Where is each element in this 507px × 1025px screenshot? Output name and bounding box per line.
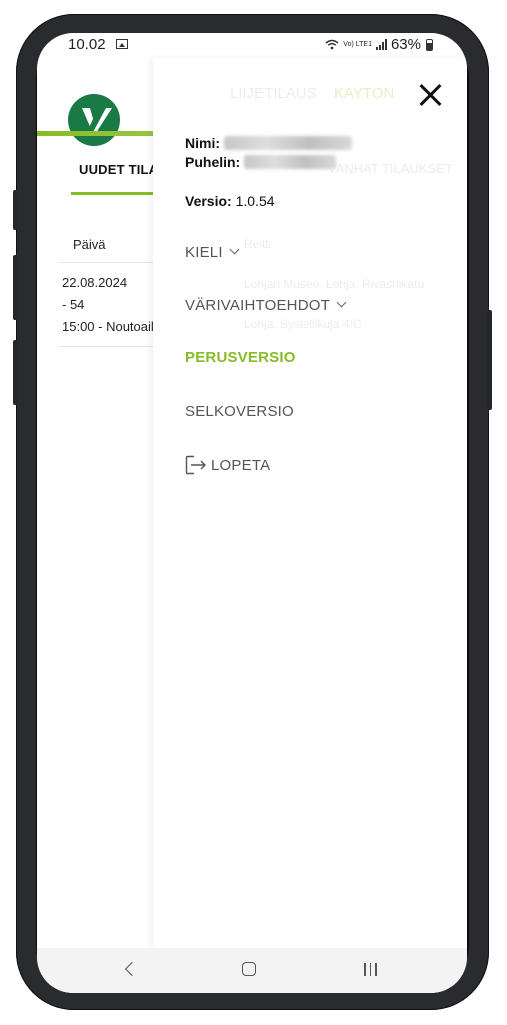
- wifi-icon: [325, 39, 339, 50]
- nav-item-ghost: KAYTON: [334, 85, 395, 102]
- battery-icon: [426, 38, 433, 51]
- back-icon[interactable]: [124, 961, 140, 977]
- name-label: Nimi:: [185, 135, 220, 151]
- close-icon[interactable]: [419, 83, 443, 107]
- status-bar: 10.02 Vo) LTE1 63%: [37, 33, 467, 58]
- menu-item-logout[interactable]: LOPETA: [185, 455, 270, 475]
- menu-item-basic-version[interactable]: PERUSVERSIO: [185, 349, 296, 366]
- phone-screen: 10.02 Vo) LTE1 63% UUDET TILAUKSET Päivä…: [37, 33, 467, 993]
- volume-button: [13, 340, 18, 405]
- route-from-ghost: Lohjan Museo, Lohja, Rivasnikatu: [244, 277, 425, 291]
- recent-apps-icon[interactable]: [364, 963, 377, 976]
- version-row: Versio: 1.0.54: [185, 193, 275, 209]
- table-divider: [59, 346, 159, 347]
- chevron-down-icon: [336, 297, 347, 308]
- row-order-number: - 54: [62, 297, 85, 312]
- menu-item-color-options[interactable]: VÄRIVAIHTOEHDOT: [185, 297, 347, 314]
- volume-button: [13, 255, 18, 320]
- side-button: [13, 190, 18, 230]
- status-time: 10.02: [68, 36, 106, 53]
- redacted-phone: [244, 155, 337, 169]
- network-type-label: Vo) LTE1: [343, 41, 372, 48]
- redacted-name: [223, 136, 352, 150]
- menu-item-logout-label: LOPETA: [211, 457, 271, 474]
- battery-percent: 63%: [390, 36, 421, 53]
- user-name-row: Nimi:: [185, 135, 352, 151]
- user-phone-row: Puhelin:: [185, 154, 337, 170]
- table-divider: [59, 262, 159, 263]
- android-navigation-bar: [37, 948, 467, 993]
- column-header-route-ghost: Reitti: [244, 237, 272, 251]
- power-button: [487, 310, 492, 410]
- side-menu-drawer: LIIJETILAUS KAYTON VANHAT TILAUKSET Reit…: [153, 58, 467, 948]
- home-icon[interactable]: [242, 962, 256, 976]
- logout-icon: [185, 455, 206, 475]
- version-value: 1.0.54: [235, 193, 275, 209]
- chevron-down-icon: [229, 244, 240, 255]
- tab-old-orders-ghost: VANHAT TILAUKSET: [328, 161, 453, 176]
- menu-item-language-label: KIELI: [185, 244, 223, 261]
- signal-icon: [375, 39, 387, 50]
- row-date: 22.08.2024: [62, 275, 128, 290]
- version-label: Versio:: [185, 193, 232, 209]
- column-header-date: Päivä: [73, 237, 106, 252]
- app-logo: [68, 94, 120, 146]
- menu-item-color-options-label: VÄRIVAIHTOEHDOT: [185, 297, 330, 314]
- gallery-notification-icon: [116, 39, 128, 49]
- nav-item-ghost: LIIJETILAUS: [230, 85, 317, 102]
- menu-item-easy-version[interactable]: SELKOVERSIO: [185, 403, 294, 420]
- phone-label: Puhelin:: [185, 154, 241, 170]
- route-to-ghost: Lohja, Sysieliikuja 4/C: [244, 317, 362, 331]
- menu-item-language[interactable]: KIELI: [185, 244, 240, 261]
